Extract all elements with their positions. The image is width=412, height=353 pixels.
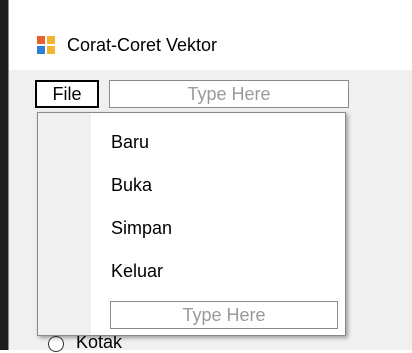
desktop-background (0, 0, 8, 350)
menu-item-baru[interactable]: Baru (111, 130, 149, 154)
title-bar[interactable]: Corat-Coret Vektor (9, 0, 412, 70)
menu-file[interactable]: File (35, 80, 99, 108)
menu-icon-gutter (38, 113, 91, 335)
app-form-icon (37, 36, 55, 54)
menu-item-simpan[interactable]: Simpan (111, 216, 172, 240)
menu-item-keluar[interactable]: Keluar (111, 259, 163, 283)
dropdown-type-here-input[interactable]: Type Here (110, 301, 338, 329)
window-title: Corat-Coret Vektor (67, 35, 218, 55)
menu-item-buka[interactable]: Buka (111, 173, 152, 197)
menubar-type-here-input[interactable]: Type Here (109, 80, 349, 108)
file-dropdown-menu: Baru Buka Simpan Keluar Type Here (37, 112, 346, 336)
